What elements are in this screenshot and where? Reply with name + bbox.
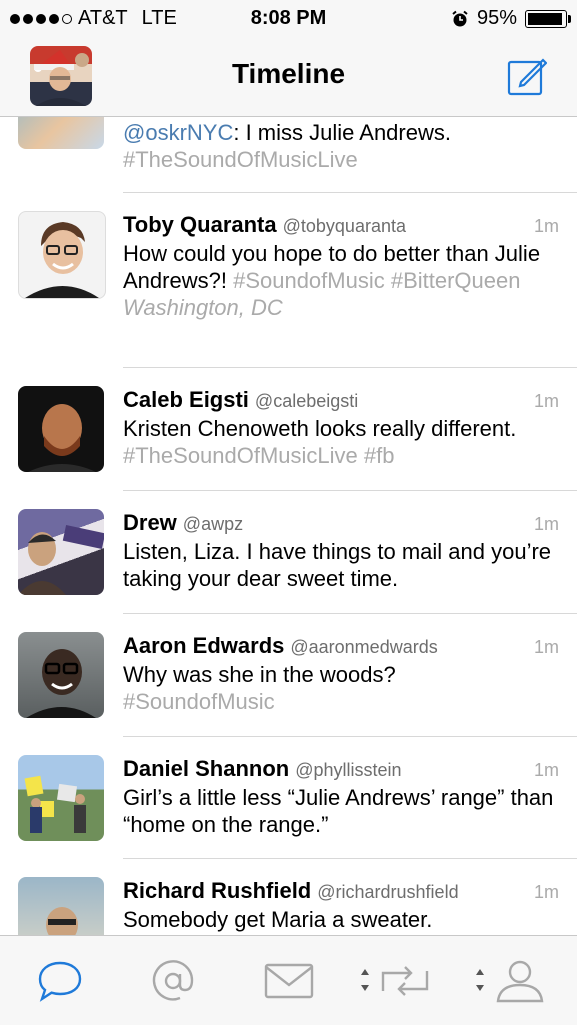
tweet-text: Why was she in the woods? [123,662,396,687]
tab-mentions[interactable] [143,956,203,1006]
avatar[interactable] [18,877,104,935]
compose-button[interactable] [507,56,548,101]
tab-bar [0,935,577,1025]
tweet-author-name[interactable]: Drew [123,509,177,536]
tweet-text: Somebody get Maria a sweater. [123,907,433,932]
tweet-item[interactable]: Toby Quaranta @tobyquaranta 1m How could… [0,193,577,367]
tweet-hashtags[interactable]: #SoundofMusic #BitterQueen [233,268,520,293]
tweet-time: 1m [533,216,559,236]
tweet-hashtags[interactable]: #TheSoundOfMusicLive [123,146,559,173]
compose-icon [507,58,548,96]
status-right: 95% [451,7,571,30]
tweet-author-handle[interactable]: @richardrushfield [317,879,458,906]
tweet-item[interactable]: @oskrNYC: I miss Julie Andrews. #TheSoun… [0,117,577,192]
battery-icon [525,9,571,28]
tweet-author-name[interactable]: Daniel Shannon [123,755,289,782]
retweets-icon [361,966,429,996]
tweet-item[interactable]: Richard Rushfield @richardrushfield 1m S… [0,859,577,935]
tweet-text: Listen, Liza. I have things to mail and … [123,539,552,591]
mentions-icon [152,960,194,1001]
tweet-author-name[interactable]: Toby Quaranta [123,211,277,238]
status-bar: AT&T LTE 8:08 PM 95% [0,0,577,38]
tweet-item[interactable]: Daniel Shannon @phyllisstein 1m Girl’s a… [0,737,577,859]
avatar[interactable] [18,211,106,299]
tweet-time: 1m [533,637,559,657]
tweet-author-name[interactable]: Aaron Edwards [123,632,284,659]
avatar[interactable] [18,632,104,718]
tweet-author-handle[interactable]: @tobyquaranta [283,213,406,240]
tab-retweets[interactable] [355,956,435,1006]
tweet-text: : I miss Julie Andrews. [233,120,451,145]
avatar[interactable] [18,117,104,149]
timeline-icon [38,961,82,1002]
timeline[interactable]: @oskrNYC: I miss Julie Andrews. #TheSoun… [0,117,577,935]
tweet-author-handle[interactable]: @phyllisstein [295,757,401,784]
tweet-author-name[interactable]: Richard Rushfield [123,877,311,904]
tab-profile[interactable] [470,956,550,1006]
tweet-item[interactable]: Drew @awpz 1m Listen, Liza. I have thing… [0,491,577,613]
tweet-hashtags[interactable]: #SoundofMusic [123,688,559,715]
tweet-item[interactable]: Aaron Edwards @aaronmedwards 1m Why was … [0,614,577,736]
messages-icon [264,963,314,999]
tweet-time: 1m [533,760,559,780]
avatar[interactable] [18,755,104,841]
tweet-hashtags[interactable]: #TheSoundOfMusicLive #fb [123,442,559,469]
profile-icon [476,960,544,1003]
tweet-mention[interactable]: @oskrNYC [123,120,233,145]
tweet-author-handle[interactable]: @awpz [183,511,243,538]
tweet-time: 1m [533,514,559,534]
tweet-text: Girl’s a little less “Julie Andrews’ ran… [123,785,554,837]
avatar[interactable] [18,386,104,472]
tweet-author-handle[interactable]: @aaronmedwards [290,634,437,661]
tweet-item[interactable]: Caleb Eigsti @calebeigsti 1m Kristen Che… [0,368,577,490]
nav-bar: Timeline [0,38,577,117]
tweet-time: 1m [533,391,559,411]
tweet-time: 1m [533,882,559,902]
tab-messages[interactable] [259,956,319,1006]
battery-percent: 95% [476,7,517,29]
tweet-author-name[interactable]: Caleb Eigsti [123,386,249,413]
tweet-author-handle[interactable]: @calebeigsti [255,388,358,415]
alarm-clock-icon [452,10,468,26]
tweet-text: Kristen Chenoweth looks really different… [123,416,517,441]
tab-timeline[interactable] [30,956,90,1006]
tweet-location[interactable]: Washington, DC [123,294,559,321]
page-title: Timeline [231,58,346,89]
avatar[interactable] [18,509,104,595]
